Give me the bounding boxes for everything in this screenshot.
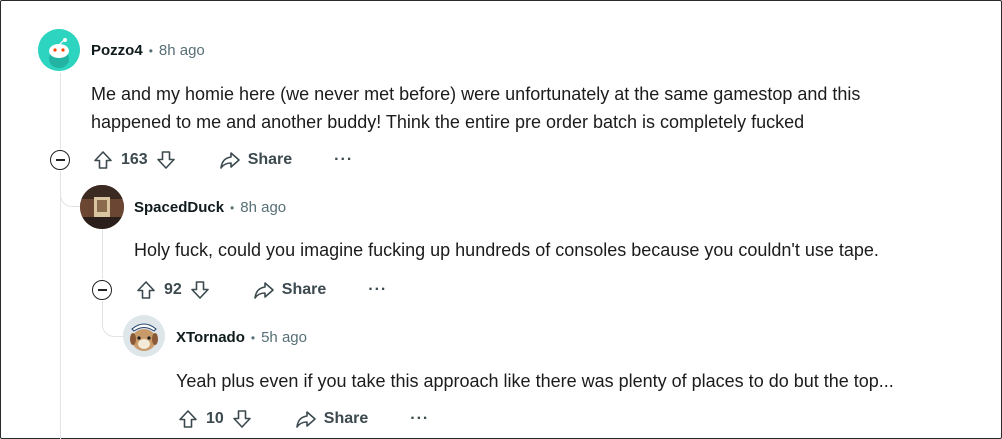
thread-line-root-lower <box>60 171 61 439</box>
downvote-icon[interactable] <box>154 148 178 172</box>
comment-thread: Pozzo4 • 8h ago Me and my homie here (we… <box>0 0 1002 439</box>
separator: • <box>250 330 256 345</box>
comment-body-line: happened to me and another buddy! Think … <box>91 112 805 132</box>
collapse-icon[interactable] <box>92 280 112 300</box>
vote-score: 92 <box>164 281 182 298</box>
comment-actions: 163 Share ··· <box>91 146 353 174</box>
comment-actions: 10 Share ··· <box>176 405 429 433</box>
more-options-button[interactable]: ··· <box>334 151 353 169</box>
thread-line-reply1 <box>102 229 103 279</box>
share-label: Share <box>247 151 293 168</box>
comment-time[interactable]: 8h ago <box>159 42 205 59</box>
downvote-icon[interactable] <box>188 278 212 302</box>
comment-body-line: Yeah plus even if you take this approach… <box>176 371 894 391</box>
comment-author[interactable]: Pozzo4 <box>91 42 143 59</box>
separator: • <box>230 200 235 215</box>
comment-body: Me and my homie here (we never met befor… <box>91 80 971 136</box>
comment-time[interactable]: 8h ago <box>240 199 286 216</box>
collapse-icon[interactable] <box>50 150 70 170</box>
thread-line-root <box>60 73 61 151</box>
share-button[interactable]: Share <box>252 278 326 302</box>
share-icon <box>218 148 242 172</box>
vote-score: 163 <box>121 151 148 168</box>
comment-author[interactable]: SpacedDuck <box>134 199 224 216</box>
upvote-icon[interactable] <box>176 407 200 431</box>
vote-score: 10 <box>206 410 224 427</box>
upvote-icon[interactable] <box>134 278 158 302</box>
downvote-icon[interactable] <box>230 407 254 431</box>
separator: • <box>148 43 153 58</box>
upvote-icon[interactable] <box>91 148 115 172</box>
avatar[interactable] <box>123 315 165 357</box>
comment-author[interactable]: XTornado <box>176 329 245 346</box>
avatar[interactable] <box>38 29 80 71</box>
comment-time[interactable]: 5h ago <box>261 329 307 346</box>
share-label: Share <box>323 410 369 427</box>
comment-meta: Pozzo4 • 8h ago <box>91 42 205 59</box>
comment-meta: XTornado • 5h ago <box>176 329 307 346</box>
avatar[interactable] <box>80 185 124 229</box>
more-options-button[interactable]: ··· <box>368 281 387 299</box>
comment-body-line: Holy fuck, could you imagine fucking up … <box>134 240 879 260</box>
share-label: Share <box>281 281 327 298</box>
thread-elbow-1 <box>60 171 82 207</box>
share-icon <box>252 278 276 302</box>
share-button[interactable]: Share <box>218 148 292 172</box>
thread-elbow-2 <box>102 301 124 337</box>
comment-body: Yeah plus even if you take this approach… <box>176 367 976 395</box>
comment-body-line: Me and my homie here (we never met befor… <box>91 84 861 104</box>
comment-body: Holy fuck, could you imagine fucking up … <box>134 236 974 264</box>
share-button[interactable]: Share <box>294 407 368 431</box>
share-icon <box>294 407 318 431</box>
comment-meta: SpacedDuck • 8h ago <box>134 199 286 216</box>
comment-actions: 92 Share ··· <box>134 276 387 304</box>
more-options-button[interactable]: ··· <box>410 410 429 428</box>
